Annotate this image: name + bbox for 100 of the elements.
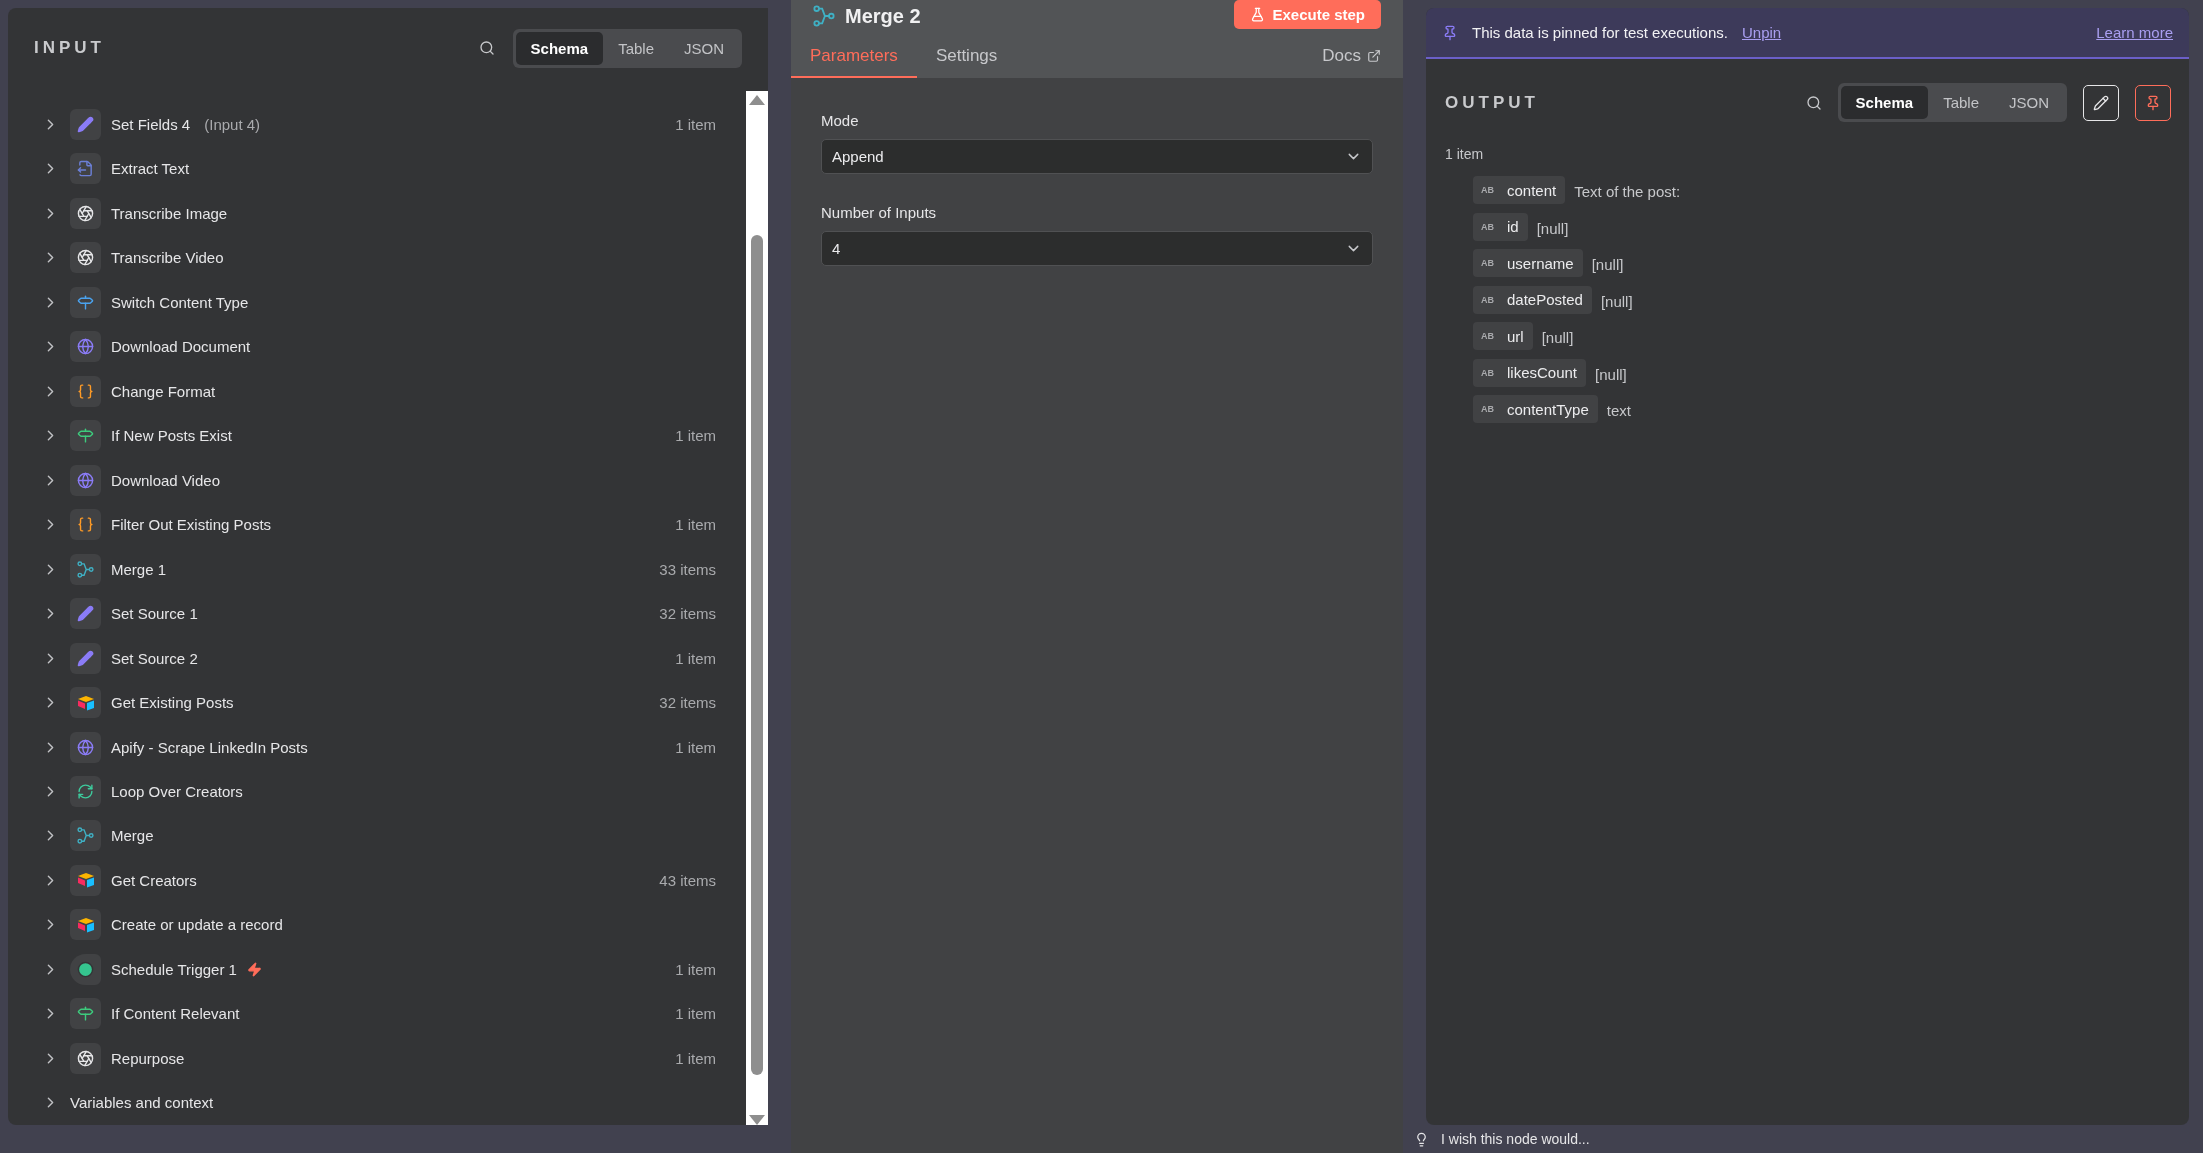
node-row[interactable]: Transcribe Video — [8, 235, 746, 280]
merge-icon — [77, 560, 94, 578]
view-tab[interactable]: Table — [603, 31, 669, 65]
node-row[interactable]: If New Posts Exist 1 item — [8, 413, 746, 458]
document-icon — [77, 160, 94, 178]
node-row[interactable]: If Content Relevant 1 item — [8, 991, 746, 1037]
external-link-icon — [1367, 49, 1381, 63]
node-name: Extract Text — [111, 160, 190, 178]
search-icon[interactable] — [478, 40, 495, 56]
field-name: id — [1507, 218, 1519, 235]
node-name: Switch Content Type — [111, 293, 249, 311]
field-pill[interactable]: AB datePosted — [1473, 285, 1592, 314]
node-row[interactable]: Apify - Scrape LinkedIn Posts 1 item — [8, 724, 746, 770]
panel-title: OUTPUT — [1445, 92, 1540, 113]
aperture-icon — [77, 204, 94, 222]
box-icon — [76, 916, 95, 933]
node-row[interactable]: Get Creators 43 items — [8, 858, 746, 903]
learn-more-link[interactable]: Learn more — [2096, 24, 2173, 41]
node-title: Merge 2 — [845, 4, 922, 28]
edit-button[interactable] — [2083, 84, 2119, 121]
node-row[interactable]: Switch Content Type — [8, 279, 746, 325]
node-name: Repurpose — [111, 1049, 185, 1067]
field-name: likesCount — [1507, 364, 1578, 381]
braces-icon — [77, 516, 94, 534]
view-tab[interactable]: Schema — [515, 31, 604, 65]
field-pill[interactable]: AB contentType — [1473, 395, 1598, 423]
field-value: [null] — [1536, 219, 1569, 237]
pencil-icon — [77, 649, 94, 667]
node-row[interactable]: Extract Text — [8, 146, 746, 191]
node-name: Set Source 2 — [111, 649, 198, 667]
item-count: 1 item — [675, 738, 716, 756]
node-row[interactable]: Transcribe Image — [8, 190, 746, 236]
node-row[interactable]: Loop Over Creators — [8, 769, 746, 814]
view-tab[interactable]: Schema — [1840, 86, 1929, 119]
field-name: content — [1507, 181, 1557, 199]
node-row[interactable]: Set Source 2 1 item — [8, 635, 746, 681]
view-tab[interactable]: JSON — [1994, 86, 2064, 119]
item-count: 1 item — [675, 1049, 716, 1067]
merge-icon — [77, 827, 94, 845]
type-label: AB — [1481, 367, 1494, 378]
node-row[interactable]: Create or update a record — [8, 902, 746, 948]
node-row[interactable]: Filter Out Existing Posts 1 item — [8, 502, 746, 547]
node-name: Create or update a record — [111, 916, 283, 934]
field-name: url — [1507, 327, 1524, 345]
node-name: Set Fields 4 — [111, 115, 191, 133]
field-value: [null] — [1591, 256, 1624, 273]
globe-icon — [77, 471, 94, 489]
node-name: Get Creators — [111, 871, 197, 889]
node-row[interactable]: Repurpose 1 item — [8, 1036, 746, 1081]
field-value: [null] — [1541, 329, 1574, 346]
field-pill[interactable]: AB id — [1473, 212, 1528, 241]
item-count: 1 item — [1445, 146, 1484, 162]
signpost-icon — [77, 293, 94, 311]
field-pill[interactable]: AB content — [1473, 176, 1566, 204]
node-row[interactable]: Change Format — [8, 368, 746, 414]
type-label: AB — [1481, 404, 1494, 414]
field-name: datePosted — [1507, 291, 1583, 308]
node-row[interactable]: Get Existing Posts 32 items — [8, 680, 746, 725]
item-count: 1 item — [675, 960, 716, 978]
node-name: Transcribe Image — [111, 204, 228, 222]
node-name: Filter Out Existing Posts — [111, 516, 272, 534]
signpost-icon — [77, 1005, 94, 1023]
search-icon[interactable] — [1805, 94, 1822, 111]
view-tab[interactable]: Table — [1928, 86, 1994, 119]
node-name: Change Format — [111, 382, 216, 400]
node-name: Apify - Scrape LinkedIn Posts — [111, 738, 308, 756]
node-row[interactable]: Merge — [8, 813, 746, 859]
docs-link[interactable]: Docs — [1322, 46, 1381, 78]
panel-tab[interactable]: Settings — [916, 38, 1017, 78]
field-pill[interactable]: AB likesCount — [1473, 358, 1587, 387]
field-name: contentType — [1507, 400, 1589, 418]
field-value: [null] — [1600, 292, 1633, 310]
node-row[interactable]: Set Source 1 32 items — [8, 591, 746, 636]
node-name: Set Source 1 — [111, 605, 198, 623]
variables-row[interactable]: Variables and context — [8, 1080, 746, 1126]
node-row[interactable]: Merge 1 33 items — [8, 546, 746, 592]
item-count: 33 items — [659, 560, 716, 578]
unpin-link[interactable]: Unpin — [1742, 24, 1782, 41]
pin-icon — [1442, 24, 1458, 41]
signpost-icon — [77, 427, 94, 445]
select-field[interactable]: 4 — [821, 231, 1373, 266]
node-row[interactable]: Download Video — [8, 457, 746, 503]
node-name: Download Document — [111, 338, 251, 356]
node-row[interactable]: Set Fields 4 (Input 4) 1 item — [8, 102, 746, 147]
lightbulb-icon — [1414, 1131, 1429, 1147]
scrollbar[interactable] — [746, 91, 768, 1125]
item-count: 43 items — [659, 871, 716, 889]
box-icon — [76, 872, 95, 889]
node-row[interactable]: Schedule Trigger 1 1 item — [8, 947, 746, 992]
pin-button[interactable] — [2135, 84, 2171, 121]
type-label: AB — [1481, 331, 1494, 341]
feedback-prompt[interactable]: I wish this node would... — [1441, 1131, 1590, 1147]
item-count: 1 item — [675, 427, 716, 445]
select-field[interactable]: Append — [821, 139, 1373, 174]
box-icon — [76, 694, 95, 711]
node-row[interactable]: Download Document — [8, 324, 746, 369]
field-pill[interactable]: AB url — [1473, 322, 1533, 350]
field-pill[interactable]: AB username — [1473, 249, 1583, 277]
view-tab[interactable]: JSON — [669, 31, 739, 65]
node-name: Loop Over Creators — [111, 783, 243, 800]
